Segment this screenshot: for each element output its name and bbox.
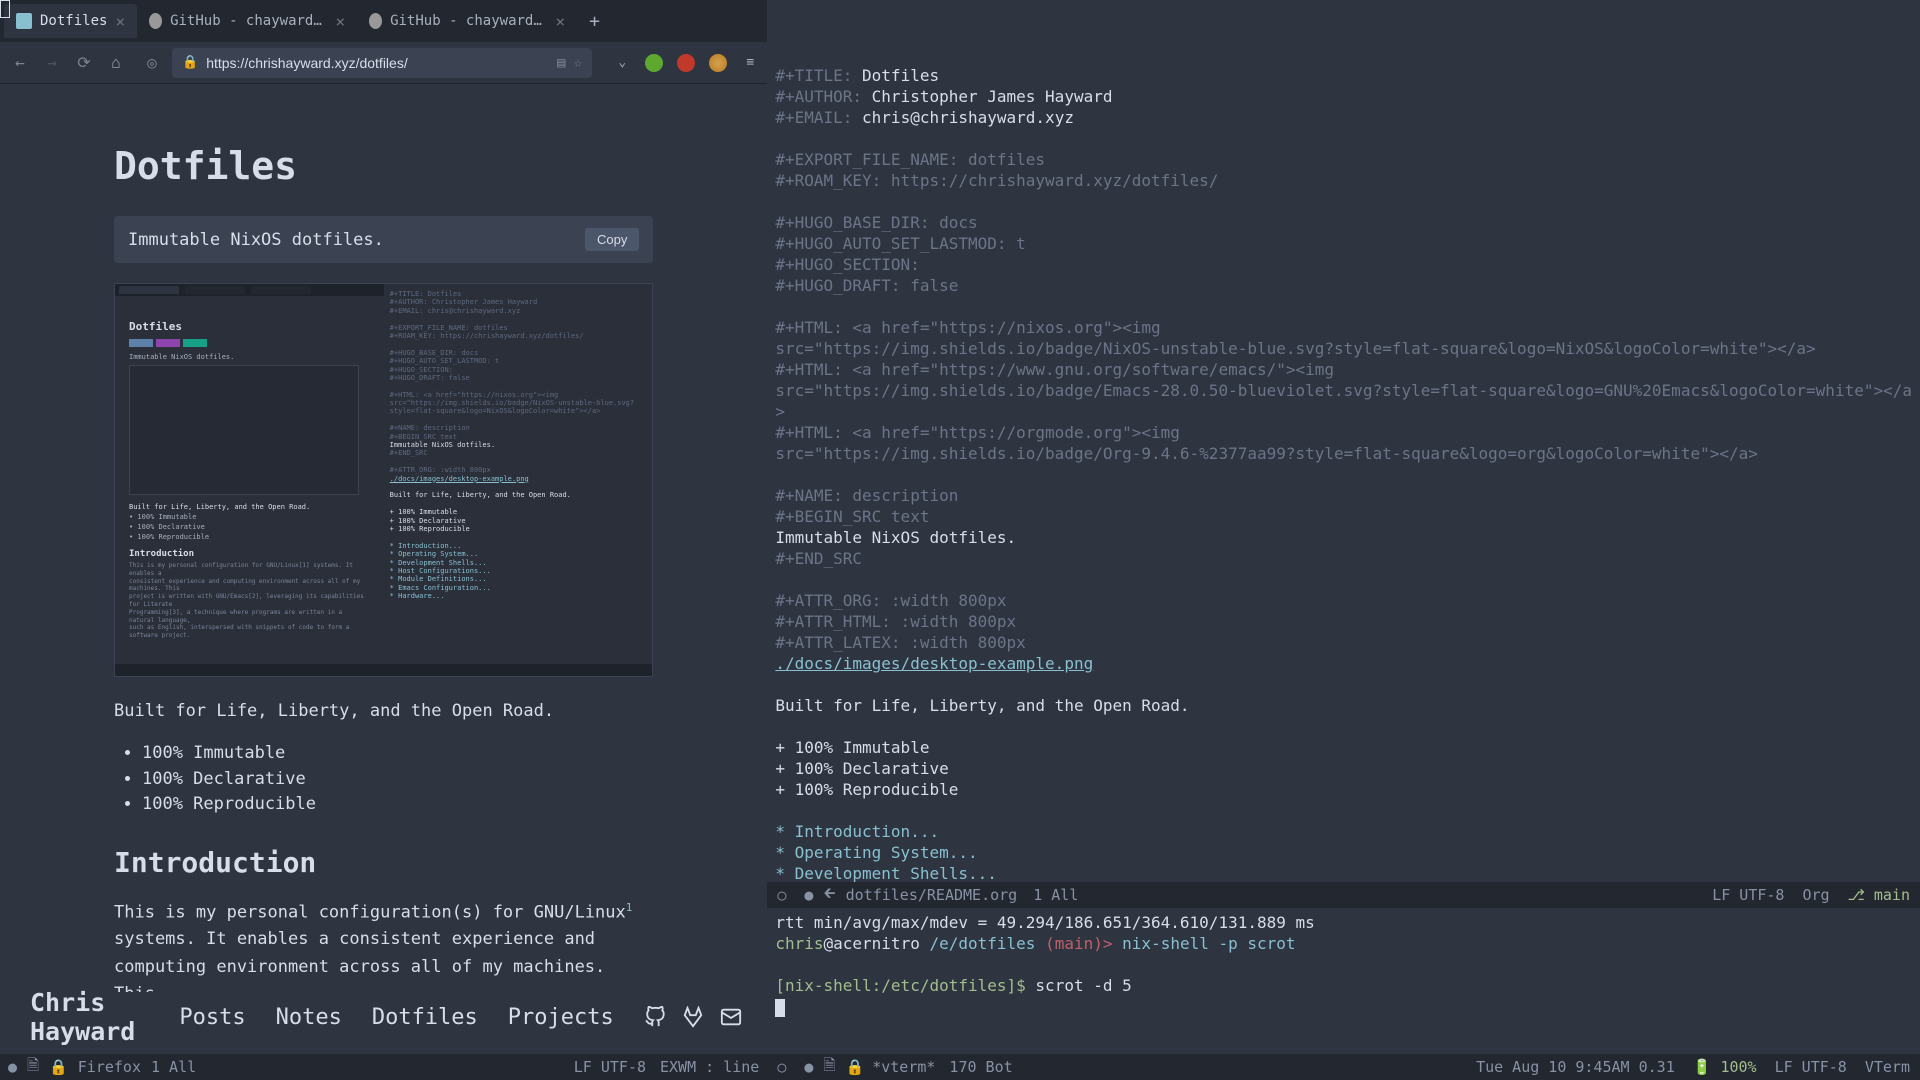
mode: VTerm: [1865, 1058, 1910, 1076]
term-blank: [775, 954, 1912, 975]
tab-title: GitHub - chayward1/dotf: [170, 13, 327, 29]
close-icon[interactable]: ×: [115, 12, 125, 31]
intro-heading: Introduction: [114, 846, 653, 879]
buffer-name: Firefox: [78, 1058, 141, 1076]
buffer-name: *vterm*: [872, 1058, 935, 1076]
home-button[interactable]: ⌂: [104, 51, 128, 75]
nav-notes[interactable]: Notes: [276, 1005, 342, 1030]
code-block: Immutable NixOS dotfiles. Copy: [114, 216, 653, 263]
browser-tabs: Dotfiles × GitHub - chayward1/dotf × Git…: [0, 0, 767, 42]
new-tab-button[interactable]: +: [577, 11, 612, 32]
branch-icon: ⎇ main: [1848, 886, 1910, 904]
tab-dotfiles[interactable]: Dotfiles ×: [4, 4, 137, 38]
tab-title: Dotfiles: [40, 13, 107, 29]
buffer-path: dotfiles/README.org: [846, 886, 1018, 904]
mode: EXWM : line: [660, 1058, 759, 1076]
copy-button[interactable]: Copy: [585, 228, 639, 251]
menu-icon[interactable]: ≡: [741, 54, 759, 72]
editor-modeline: ○ ● 🡰 dotfiles/README.org 1 All LF UTF-8…: [767, 882, 1920, 908]
editor-buffer[interactable]: #+TITLE: Dotfiles#+AUTHOR: Christopher J…: [767, 0, 1920, 882]
nav-dotfiles[interactable]: Dotfiles: [372, 1005, 478, 1030]
encoding: LF UTF-8: [574, 1058, 646, 1076]
github-icon[interactable]: [644, 1006, 666, 1028]
code-text: Immutable NixOS dotfiles.: [128, 230, 585, 250]
term-output: rtt min/avg/max/mdev = 49.294/186.651/36…: [775, 912, 1912, 933]
url-field[interactable]: 🔒 https://chrishayward.xyz/dotfiles/ ▤ ☆: [172, 48, 592, 78]
datetime: Tue Aug 10 9:45AM 0.31: [1476, 1058, 1675, 1076]
position: 1 All: [1033, 886, 1078, 904]
tab-title: GitHub - chayward1/dotf: [390, 13, 547, 29]
mode: Org: [1802, 886, 1829, 904]
github-icon: [149, 13, 162, 29]
url-bar: ← → ⟳ ⌂ ◎ 🔒 https://chrishayward.xyz/dot…: [0, 42, 767, 84]
shield-icon[interactable]: ◎: [140, 51, 164, 75]
file-icon: 🗎: [27, 1055, 39, 1080]
page-title: Dotfiles: [114, 144, 653, 188]
footnote-ref[interactable]: 1: [626, 901, 633, 914]
circle-icon: ○ ●: [777, 1058, 813, 1076]
page-content: Dotfiles Immutable NixOS dotfiles. Copy …: [0, 84, 767, 1054]
left-modeline: ● 🗎 🔒 Firefox 1 All LF UTF-8 EXWM : line: [0, 1054, 767, 1080]
site-nav: Chris Hayward Posts Notes Dotfiles Proje…: [0, 992, 767, 1042]
tab-github-1[interactable]: GitHub - chayward1/dotf ×: [137, 4, 357, 38]
encoding: LF UTF-8: [1712, 886, 1784, 904]
bookmark-icon[interactable]: ☆: [574, 55, 582, 71]
encoding: LF UTF-8: [1775, 1058, 1847, 1076]
file-icon: 🗎: [823, 1055, 835, 1080]
term-prompt: [nix-shell:/etc/dotfiles]$ scrot -d 5: [775, 975, 1912, 996]
reader-icon[interactable]: ▤: [557, 55, 565, 71]
close-icon[interactable]: ×: [335, 12, 345, 31]
lock-icon: 🔒: [182, 55, 198, 70]
hero-screenshot: Dotfiles Immutable NixOS dotfiles. Built…: [114, 283, 653, 677]
nav-projects[interactable]: Projects: [508, 1005, 614, 1030]
extension-cookie-icon[interactable]: [709, 54, 727, 72]
position: 1 All: [151, 1058, 196, 1076]
term-cursor: [775, 996, 1912, 1017]
url-text: https://chrishayward.xyz/dotfiles/: [206, 55, 549, 71]
tab-github-2[interactable]: GitHub - chayward1/dotf ×: [357, 4, 577, 38]
lock-icon: 🔒: [49, 1058, 68, 1076]
right-modeline: ○ ● 🗎 🔒 *vterm* 170 Bot Tue Aug 10 9:45A…: [767, 1054, 1920, 1080]
left-arrow-icon: 🡰: [823, 883, 835, 908]
forward-button[interactable]: →: [40, 51, 64, 75]
gitlab-icon[interactable]: [682, 1006, 704, 1028]
mail-icon[interactable]: [720, 1006, 742, 1028]
favicon-icon: [16, 13, 32, 29]
close-icon[interactable]: ×: [555, 12, 565, 31]
circle-icon: ○ ●: [777, 886, 813, 904]
feature-item: 100% Declarative: [142, 767, 653, 793]
github-icon: [369, 13, 382, 29]
back-button[interactable]: ←: [8, 51, 32, 75]
feature-item: 100% Immutable: [142, 741, 653, 767]
extension-ublock-icon[interactable]: [677, 54, 695, 72]
position: 170 Bot: [949, 1058, 1012, 1076]
term-prompt: chris@acernitro /e/dotfiles (main)> nix-…: [775, 933, 1912, 954]
feature-item: 100% Reproducible: [142, 792, 653, 818]
lock-icon: 🔒: [846, 1058, 865, 1076]
brand[interactable]: Chris Hayward: [30, 988, 135, 1046]
features-list: 100% Immutable 100% Declarative 100% Rep…: [114, 741, 653, 818]
pocket-icon[interactable]: ⌄: [613, 54, 631, 72]
terminal[interactable]: rtt min/avg/max/mdev = 49.294/186.651/36…: [767, 908, 1920, 1054]
nav-posts[interactable]: Posts: [179, 1005, 245, 1030]
circle-icon: ●: [8, 1058, 17, 1076]
reload-button[interactable]: ⟳: [72, 51, 96, 75]
extension-green-icon[interactable]: [645, 54, 663, 72]
subtitle: Built for Life, Liberty, and the Open Ro…: [114, 701, 653, 721]
battery-icon: 🔋 100%: [1693, 1058, 1757, 1076]
